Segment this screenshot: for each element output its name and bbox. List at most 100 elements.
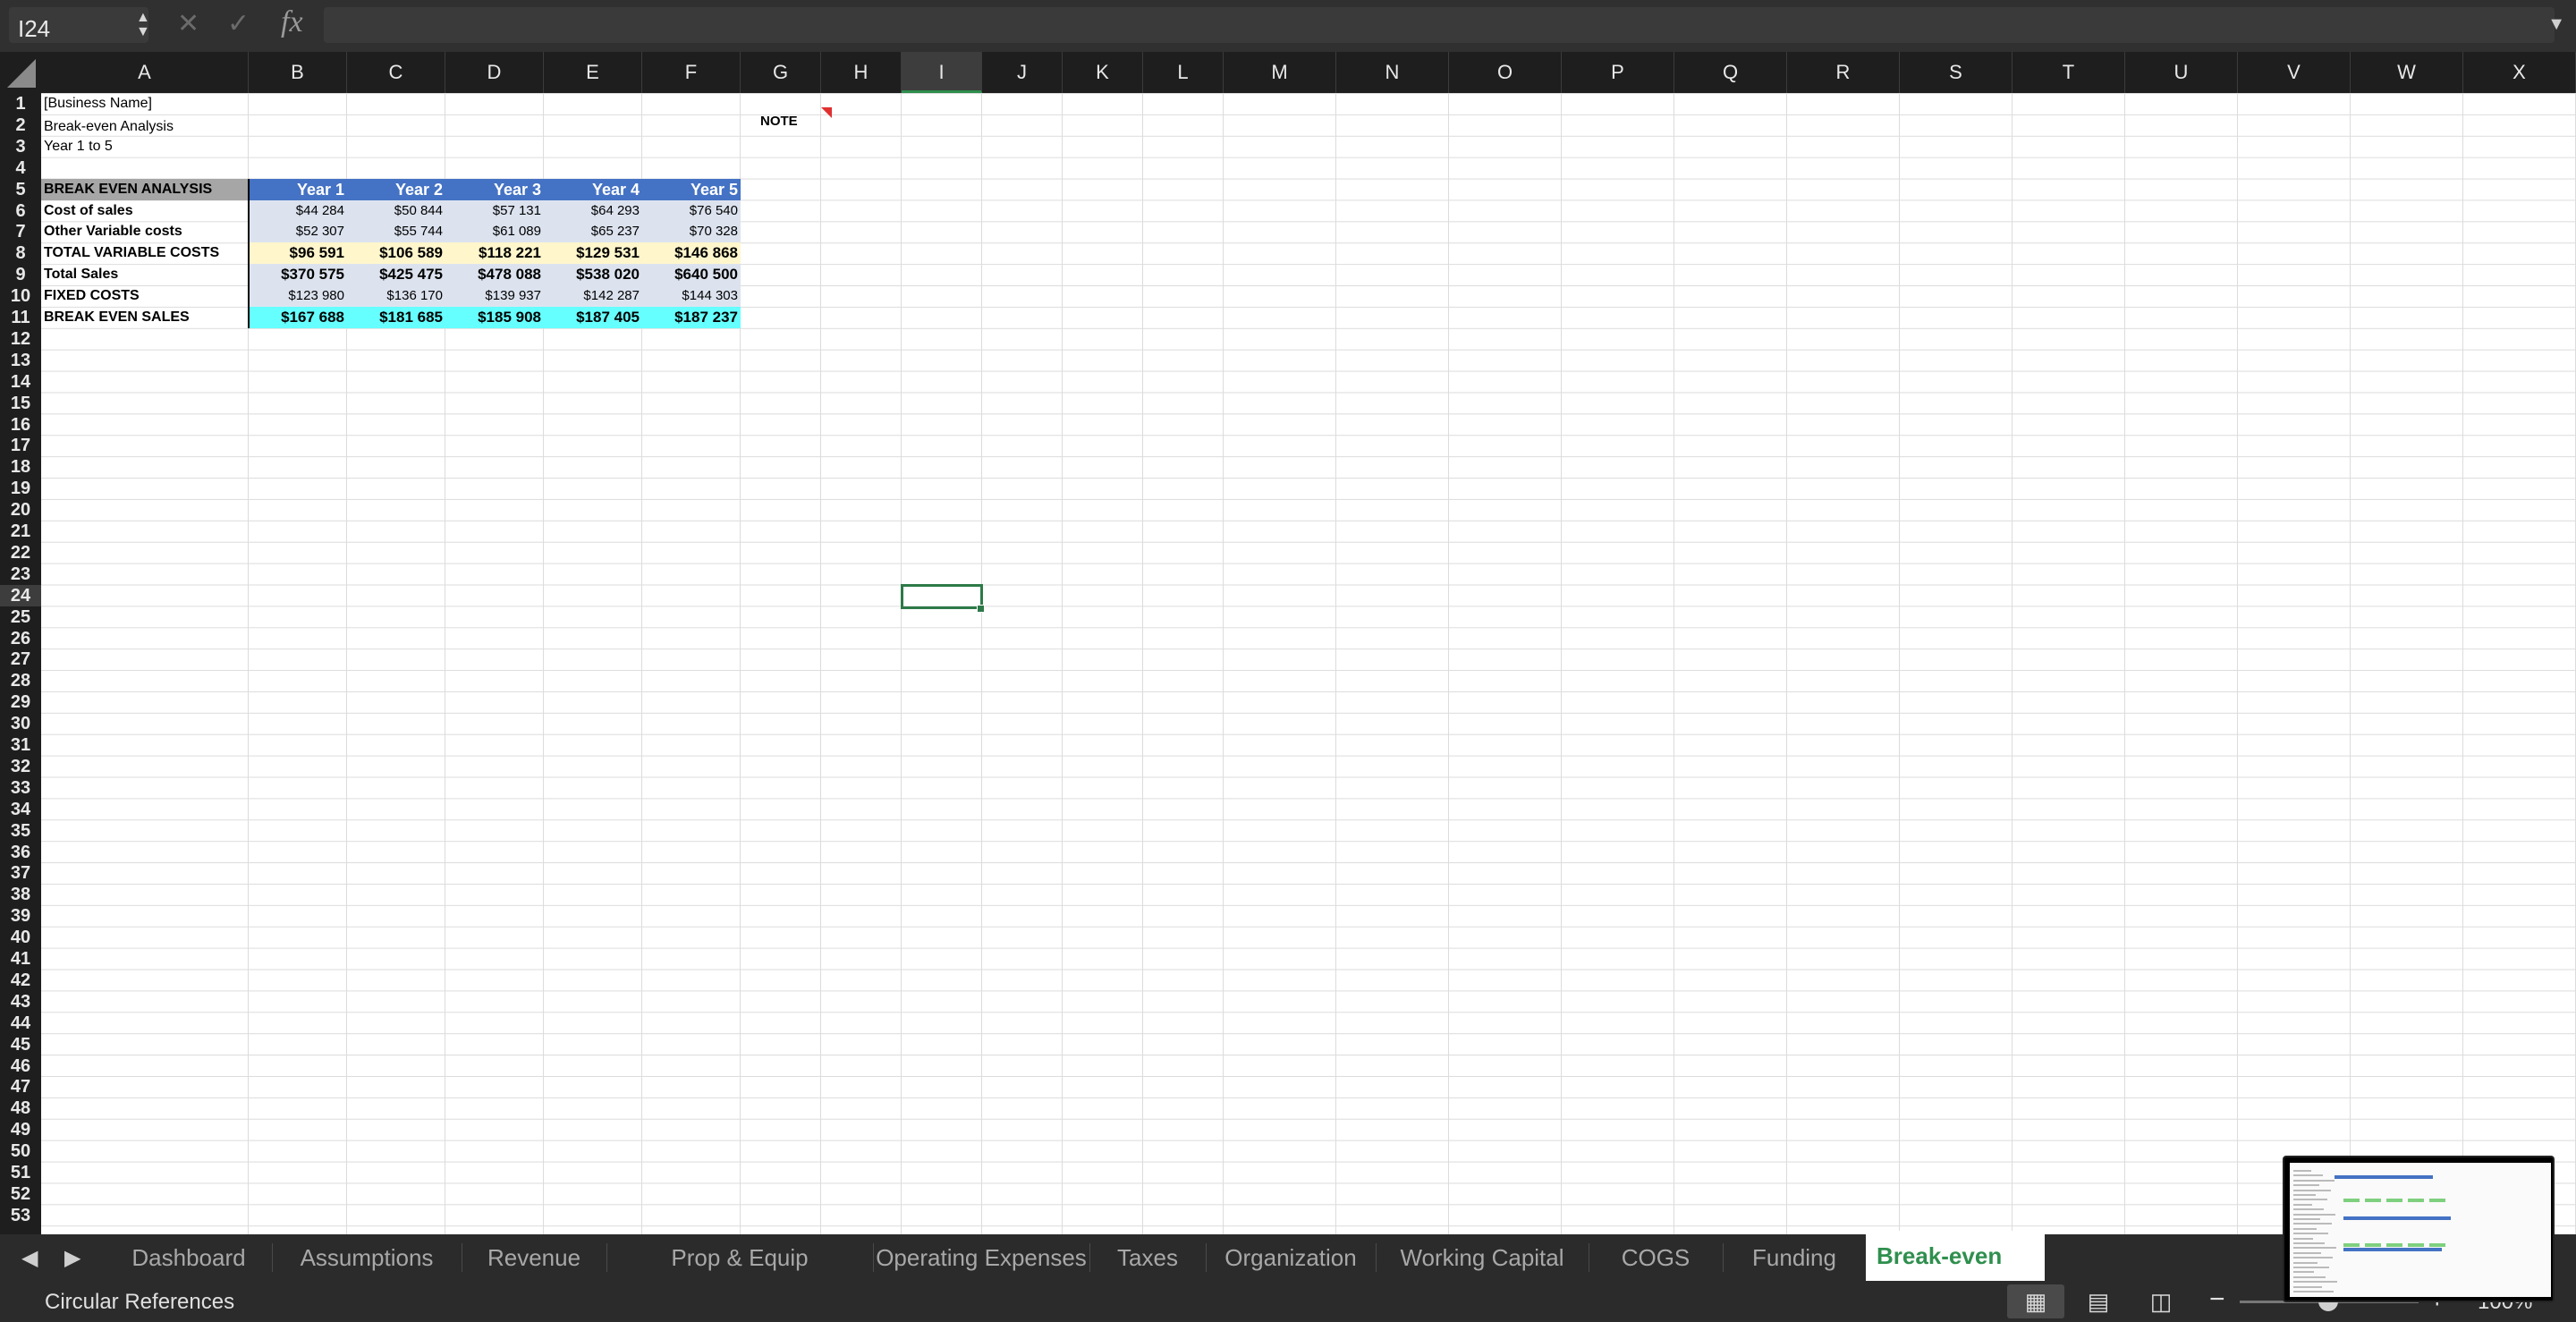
row-header[interactable]: 7 [0,221,41,242]
row-header[interactable]: 2 [0,114,41,136]
row-header[interactable]: 45 [0,1034,41,1055]
note-cell[interactable]: NOTE [741,111,821,132]
business-name-cell[interactable]: [Business Name] [41,93,249,114]
row-header[interactable]: 49 [0,1119,41,1140]
fixed-costs-value[interactable]: $139 937 [445,285,544,308]
row-header[interactable]: 9 [0,264,41,285]
sheet-tab[interactable]: Operating Expenses [873,1234,1089,1281]
column-header-t[interactable]: T [2012,52,2125,93]
row-header[interactable]: 27 [0,648,41,670]
sheet-tab[interactable]: Revenue [462,1234,606,1281]
row-header[interactable]: 46 [0,1055,41,1077]
cost-of-sales-value[interactable]: $44 284 [249,199,347,222]
total-variable-costs-value[interactable]: $146 868 [642,242,741,265]
total-variable-costs-label[interactable]: TOTAL VARIABLE COSTS [41,242,249,264]
note-indicator-icon[interactable] [821,106,832,118]
cancel-x-icon[interactable]: ✕ [177,9,199,39]
column-header-j[interactable]: J [982,52,1063,93]
column-header-o[interactable]: O [1449,52,1562,93]
row-header[interactable]: 37 [0,862,41,884]
fixed-costs-value[interactable]: $136 170 [347,285,445,308]
row-header[interactable]: 19 [0,478,41,499]
fixed-costs-value[interactable]: $144 303 [642,285,741,308]
row-header[interactable]: 48 [0,1097,41,1119]
other-variable-costs-value[interactable]: $55 744 [347,221,445,243]
other-variable-costs-value[interactable]: $52 307 [249,221,347,243]
tab-prev-arrow-icon[interactable]: ◀ [21,1245,38,1271]
cost-of-sales-value[interactable]: $57 131 [445,199,544,222]
row-header[interactable]: 32 [0,756,41,777]
column-header-e[interactable]: E [544,52,642,93]
row-header[interactable]: 50 [0,1140,41,1162]
year-header-1[interactable]: Year 1 [249,178,347,200]
row-header[interactable]: 4 [0,157,41,179]
title-cell[interactable]: Break-even Analysis [41,116,249,138]
page-break-view-icon[interactable]: ◫ [2132,1284,2190,1318]
row-header[interactable]: 23 [0,564,41,585]
sheet-tab[interactable]: Organization [1206,1234,1376,1281]
other-variable-costs-value[interactable]: $70 328 [642,221,741,243]
table-header-label[interactable]: BREAK EVEN ANALYSIS [41,178,249,200]
row-header[interactable]: 38 [0,884,41,905]
total-variable-costs-value[interactable]: $118 221 [445,242,544,265]
row-header[interactable]: 14 [0,371,41,393]
year-header-3[interactable]: Year 3 [445,178,544,200]
column-header-k[interactable]: K [1063,52,1143,93]
column-header-g[interactable]: G [741,52,821,93]
row-header[interactable]: 10 [0,285,41,307]
status-circular-references[interactable]: Circular References [45,1290,234,1315]
row-header[interactable]: 39 [0,905,41,927]
other-variable-costs-value[interactable]: $65 237 [544,221,642,243]
name-box-down-icon[interactable]: ▼ [136,25,150,39]
column-header-i[interactable]: I [902,52,982,93]
row-header[interactable]: 1 [0,93,41,114]
period-cell[interactable]: Year 1 to 5 [41,136,249,157]
break-even-sales-value[interactable]: $187 237 [642,307,741,328]
sheet-tab[interactable]: Funding [1723,1234,1866,1281]
column-header-u[interactable]: U [2125,52,2238,93]
other-variable-costs-label[interactable]: Other Variable costs [41,221,249,242]
row-header[interactable]: 17 [0,435,41,456]
fill-handle[interactable] [977,604,985,613]
column-header-q[interactable]: Q [1674,52,1787,93]
row-header[interactable]: 3 [0,136,41,157]
column-header-s[interactable]: S [1900,52,2012,93]
year-header-2[interactable]: Year 2 [347,178,445,200]
row-header[interactable]: 26 [0,628,41,649]
row-header[interactable]: 11 [0,307,41,328]
row-header[interactable]: 35 [0,820,41,842]
name-box[interactable]: I24 ▲ ▼ [9,7,150,43]
column-header-d[interactable]: D [445,52,544,93]
name-box-up-icon[interactable]: ▲ [136,11,150,25]
year-header-5[interactable]: Year 5 [642,178,741,200]
row-header[interactable]: 34 [0,799,41,820]
total-sales-value[interactable]: $478 088 [445,264,544,286]
column-header-n[interactable]: N [1336,52,1449,93]
column-header-r[interactable]: R [1787,52,1900,93]
row-header[interactable]: 53 [0,1205,41,1226]
row-header[interactable]: 43 [0,991,41,1013]
page-layout-view-icon[interactable]: ▤ [2070,1284,2127,1318]
cost-of-sales-value[interactable]: $64 293 [544,199,642,222]
sheet-tab[interactable]: Dashboard [106,1234,272,1281]
row-header[interactable]: 42 [0,970,41,991]
total-sales-value[interactable]: $538 020 [544,264,642,286]
row-header[interactable]: 22 [0,542,41,564]
cost-of-sales-value[interactable]: $50 844 [347,199,445,222]
row-header[interactable]: 20 [0,499,41,521]
sheet-tab[interactable]: Break-even Ana [1866,1231,2045,1281]
window-thumbnail-preview[interactable] [2283,1156,2555,1302]
row-header[interactable]: 25 [0,606,41,628]
column-header-a[interactable]: A [41,52,249,93]
row-header[interactable]: 30 [0,713,41,734]
row-header[interactable]: 47 [0,1076,41,1097]
other-variable-costs-value[interactable]: $61 089 [445,221,544,243]
fixed-costs-label[interactable]: FIXED COSTS [41,285,249,307]
row-header[interactable]: 40 [0,927,41,948]
column-header-b[interactable]: B [249,52,347,93]
break-even-sales-value[interactable]: $181 685 [347,307,445,328]
total-sales-label[interactable]: Total Sales [41,264,249,285]
column-header-f[interactable]: F [642,52,741,93]
select-all-corner-icon[interactable] [0,52,41,93]
break-even-sales-label[interactable]: BREAK EVEN SALES [41,307,249,328]
